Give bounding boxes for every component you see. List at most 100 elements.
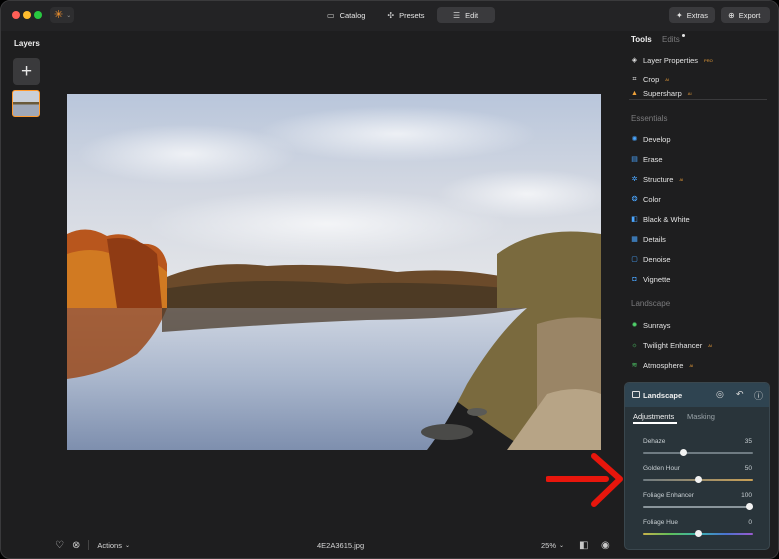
develop-icon: ✺ <box>631 135 638 143</box>
tool-supersharp[interactable]: ▲ Supersharp AI <box>631 87 692 99</box>
presets-tab-label: Presets <box>399 10 425 20</box>
tool-label: Black & White <box>643 214 690 224</box>
tool-structure[interactable]: ✲ Structure AI <box>631 173 684 185</box>
tool-label: Details <box>643 234 666 244</box>
tab-edits[interactable]: Edits <box>662 35 680 44</box>
tab-adjustments[interactable]: Adjustments <box>633 412 674 421</box>
tool-label: Atmosphere <box>643 360 684 370</box>
tool-badge: AI <box>687 90 692 96</box>
actions-menu[interactable]: Actions ⌄ <box>97 541 130 550</box>
title-bar: ✳ ⌄ ▭ Catalog ✣ Presets ☰ Edit ✦ Extras … <box>1 1 778 31</box>
foliage-enhancer-slider-knob[interactable] <box>745 503 753 510</box>
zoom-menu[interactable]: 25% ⌄ <box>541 541 564 550</box>
presets-tab[interactable]: ✣ Presets <box>377 7 434 23</box>
export-label: Export <box>738 10 761 20</box>
active-tab-underline <box>633 422 677 424</box>
extras-button[interactable]: ✦ Extras <box>669 7 715 23</box>
golden-hour-slider-knob[interactable] <box>694 476 702 483</box>
export-button[interactable]: ⊕ Export <box>721 7 770 23</box>
crop-icon: ⌗ <box>632 75 637 83</box>
tab-masking[interactable]: Masking <box>687 412 715 421</box>
tool-details[interactable]: ▦ Details <box>631 233 666 245</box>
reject-icon[interactable]: ⊗ <box>72 540 80 551</box>
supersharp-icon: ▲ <box>631 89 638 97</box>
foliage-enhancer-slider-track[interactable] <box>643 506 753 508</box>
tool-layer-properties[interactable]: ◈ Layer Properties PRO <box>631 54 713 66</box>
sparkle-icon: ✦ <box>676 10 683 20</box>
dehaze-slider-track[interactable] <box>643 452 753 454</box>
compare-icon[interactable]: ◧ <box>579 540 588 551</box>
tool-label: Crop <box>643 74 660 84</box>
tool-label: Supersharp <box>643 88 682 98</box>
mode-switcher: ▭ Catalog ✣ Presets ☰ Edit <box>317 7 495 24</box>
layers-icon: ◈ <box>631 56 638 64</box>
info-icon[interactable]: ⓘ <box>754 389 763 402</box>
golden-hour-label: Golden Hour <box>643 465 680 472</box>
tool-crop[interactable]: ⌗ Crop AI <box>631 73 670 85</box>
tool-label: Sunrays <box>643 320 671 330</box>
chevron-down-icon: ⌄ <box>66 12 72 19</box>
bottom-divider <box>88 540 90 550</box>
tool-label: Structure <box>643 174 674 184</box>
dehaze-slider-knob[interactable] <box>679 449 687 456</box>
tool-develop[interactable]: ✺ Develop <box>631 133 671 145</box>
catalog-tab-label: Catalog <box>339 10 366 20</box>
landscape-icon <box>632 391 640 398</box>
chevron-down-icon: ⌄ <box>124 542 130 549</box>
app-menu-button[interactable]: ✳ ⌄ <box>50 7 74 23</box>
tool-label: Color <box>643 194 661 204</box>
denoise-icon: ▢ <box>631 255 638 263</box>
catalog-tab[interactable]: ▭ Catalog <box>317 7 375 23</box>
tool-denoise[interactable]: ▢ Denoise <box>631 253 671 265</box>
eye-icon[interactable]: ◉ <box>601 540 610 551</box>
export-icon: ⊕ <box>728 10 735 20</box>
edit-tab-label: Edit <box>465 10 479 20</box>
atmosphere-icon: ≋ <box>631 361 638 369</box>
foliage-enhancer-label: Foliage Enhancer <box>643 492 694 499</box>
close-window-button[interactable] <box>12 11 20 19</box>
sun-logo-icon: ✳ <box>54 8 64 21</box>
tool-label: Erase <box>643 154 663 164</box>
edits-indicator-dot <box>682 34 685 37</box>
tool-vignette[interactable]: ◘ Vignette <box>631 273 670 285</box>
plus-icon: + <box>20 61 33 82</box>
tool-label: Layer Properties <box>643 55 699 65</box>
foliage-hue-slider-knob[interactable] <box>694 530 702 537</box>
filename: 4E2A3615.jpg <box>317 540 365 550</box>
landscape-panel-title: Landscape <box>643 391 683 400</box>
twilight-icon: ☼ <box>631 341 638 349</box>
tool-color[interactable]: ❂ Color <box>631 193 661 205</box>
heart-icon[interactable]: ♡ <box>55 540 64 551</box>
chevron-down-icon: ⌄ <box>559 542 565 549</box>
photo-canvas[interactable] <box>67 94 601 450</box>
tool-sunrays[interactable]: ✹ Sunrays <box>631 319 671 331</box>
section-divider <box>629 99 767 100</box>
erase-icon: ▤ <box>631 155 638 163</box>
black-white-icon: ◧ <box>631 215 638 223</box>
minimize-window-button[interactable] <box>23 11 31 19</box>
dehaze-value: 35 <box>744 438 752 445</box>
extras-label: Extras <box>686 10 708 20</box>
tool-label: Vignette <box>643 274 671 284</box>
foliage-enhancer-value: 100 <box>741 492 752 499</box>
tool-erase[interactable]: ▤ Erase <box>631 153 663 165</box>
actions-label: Actions <box>97 540 122 550</box>
foliage-hue-label: Foliage Hue <box>643 519 679 526</box>
add-layer-button[interactable]: + <box>13 58 40 85</box>
layers-title: Layers <box>14 39 40 48</box>
tool-black-white[interactable]: ◧ Black & White <box>631 213 690 225</box>
tab-tools[interactable]: Tools <box>631 35 652 44</box>
edit-sliders-icon: ☰ <box>453 10 461 20</box>
landscape-panel: Landscape ◎ ↶ ⓘ Adjustments Masking Deha… <box>624 382 770 550</box>
edit-tab[interactable]: ☰ Edit <box>436 7 495 23</box>
tool-badge: AI <box>708 342 712 348</box>
tool-twilight-enhancer[interactable]: ☼ Twilight Enhancer AI <box>631 339 712 351</box>
visibility-eye-icon[interactable]: ◎ <box>716 389 724 400</box>
undo-icon[interactable]: ↶ <box>736 389 744 400</box>
layer-thumbnail[interactable] <box>12 90 40 117</box>
zoom-window-button[interactable] <box>34 11 42 19</box>
zoom-level: 25% <box>541 540 557 550</box>
tool-label: Denoise <box>643 254 671 264</box>
tool-atmosphere[interactable]: ≋ Atmosphere AI <box>631 359 694 371</box>
tool-badge: AI <box>665 76 670 82</box>
